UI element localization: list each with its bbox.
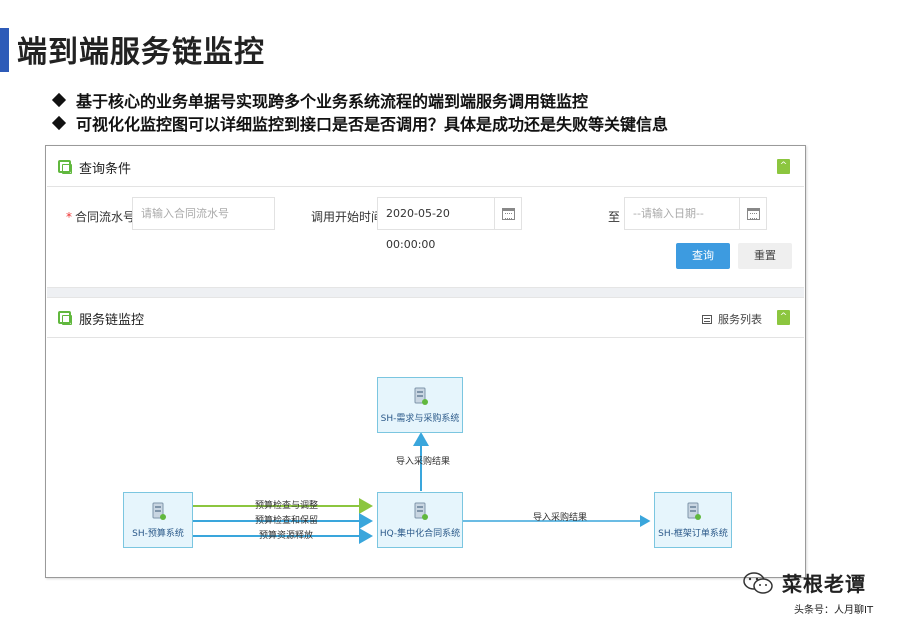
service-chain-diagram: SH-需求与采购系统 SH-预算系统 HQ-集中化合同系统 SH-框架订单系统 … [47,339,806,577]
watermark-sub: 头条号：人月聊IT [794,605,874,616]
node-demand-procurement[interactable]: SH-需求与采购系统 [377,377,463,433]
slide-title: 端到端服务链监控 [17,35,265,70]
edge-label: 预算检查和保留 [255,516,319,526]
edge-label: 预算检查与调整 [255,501,319,511]
end-date-input[interactable]: --请输入日期-- [624,197,740,230]
diamond-bullet-icon [51,92,67,107]
edge-label: 导入采购结果 [396,457,451,467]
bullet-list: 基于核心的业务单据号实现跨多个业务系统流程的端到端服务调用链监控 可视化化监控图… [51,88,669,134]
bullet-item: 基于核心的业务单据号实现跨多个业务系统流程的端到端服务调用链监控 [51,88,668,111]
to-label: 至 [608,210,621,224]
query-form: * 合同流水号 请输入合同流水号 调用开始时间 2020-05-20 00:00:… [47,187,804,287]
start-time-input[interactable]: 2020-05-20 00:00:00 [377,197,495,251]
end-date-calendar-button[interactable] [740,197,767,230]
wechat-icon [743,571,773,594]
edge-label: 预算资源释放 [259,531,314,541]
contract-number-label: * 合同流水号 [66,210,136,224]
server-icon [414,502,428,520]
query-panel-header: 查询条件 ^ [47,147,804,187]
calendar-icon [502,208,515,220]
server-icon [414,387,428,405]
bullet-item: 可视化化监控图可以详细监控到接口是否是否调用？具体是成功还是失败等关键信息 [51,111,669,134]
required-mark: * [66,210,72,224]
node-label: SH-预算系统 [132,529,184,539]
node-budget[interactable]: SH-预算系统 [123,492,193,548]
watermark: 菜根老谭 [742,568,866,597]
monitor-panel-title: 服务链监控 [79,313,145,328]
diamond-bullet-icon [51,115,67,130]
list-icon [702,314,712,324]
query-button[interactable]: 查询 [676,243,730,269]
bullet-text: 基于核心的业务单据号实现跨多个业务系统流程的端到端服务调用链监控 [76,91,589,111]
node-label: HQ-集中化合同系统 [379,529,461,539]
node-framework-order[interactable]: SH-框架订单系统 [654,492,732,548]
node-contract[interactable]: HQ-集中化合同系统 [377,492,463,548]
reset-button[interactable]: 重置 [738,243,792,269]
bullet-text: 可视化化监控图可以详细监控到接口是否是否调用？具体是成功还是失败等关键信息 [76,114,669,134]
service-list-link[interactable]: 服务列表 [702,311,762,327]
edge-label: 导入采购结果 [533,513,588,523]
start-time-label: 调用开始时间 [311,210,384,224]
start-time-calendar-button[interactable] [495,197,522,230]
server-icon [152,502,166,520]
query-panel-title: 查询条件 [79,162,132,177]
node-label: SH-框架订单系统 [658,529,728,539]
title-accent-bar [0,28,9,72]
server-icon [687,502,701,520]
calendar-icon [747,208,760,220]
app-window: 查询条件 ^ * 合同流水号 请输入合同流水号 调用开始时间 2020-05-20… [45,145,806,578]
panel-icon [58,160,72,174]
collapse-query-panel-button[interactable]: ^ [777,159,790,174]
collapse-monitor-panel-button[interactable]: ^ [777,310,790,325]
panel-icon [58,311,72,325]
watermark-name: 菜根老谭 [782,572,866,596]
node-label: SH-需求与采购系统 [380,414,460,424]
contract-number-input[interactable]: 请输入合同流水号 [132,197,275,230]
panel-separator [47,287,804,298]
service-list-label: 服务列表 [718,313,762,326]
monitor-panel-header: 服务链监控 服务列表 ^ [47,298,804,338]
